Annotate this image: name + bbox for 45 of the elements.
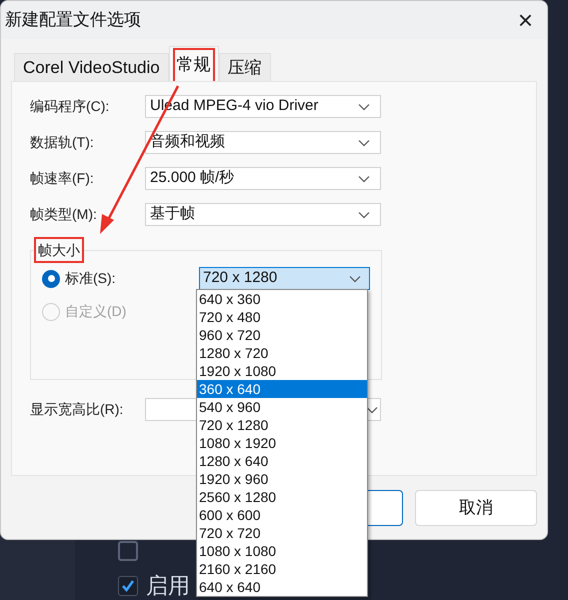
close-button[interactable]: × — [518, 7, 533, 33]
field-label: 帧速率(F): — [30, 169, 95, 188]
field-label: 显示宽高比(R): — [30, 400, 124, 419]
dropdown-option[interactable]: 720 x 720 — [197, 524, 367, 542]
dropdown-option[interactable]: 640 x 360 — [197, 290, 367, 308]
check-icon — [121, 578, 135, 592]
dropdown-field[interactable]: 25.000 帧/秒 — [145, 167, 381, 190]
dropdown-option[interactable]: 1920 x 1080 — [197, 362, 367, 380]
chevron-down-icon — [358, 174, 370, 182]
radio-button[interactable] — [42, 270, 60, 288]
tab[interactable]: Corel VideoStudio — [14, 53, 169, 81]
dropdown-option[interactable]: 720 x 1280 — [197, 416, 367, 434]
dropdown-option[interactable]: 1080 x 1080 — [197, 542, 367, 560]
chevron-down-icon — [358, 210, 370, 218]
radio-label: 自定义(D) — [65, 302, 126, 321]
dropdown-option[interactable]: 540 x 960 — [197, 398, 367, 416]
checkbox[interactable] — [118, 541, 138, 561]
dialog-button[interactable]: 取消 — [415, 490, 537, 526]
dropdown-option[interactable]: 1920 x 960 — [197, 470, 367, 488]
dropdown-field[interactable]: 音频和视频 — [145, 131, 381, 154]
dropdown-option[interactable]: 960 x 720 — [197, 326, 367, 344]
dropdown-option[interactable]: 600 x 600 — [197, 506, 367, 524]
dropdown-field[interactable]: 720 x 1280 — [199, 267, 370, 290]
field-label: 数据轨(T): — [30, 133, 95, 152]
dropdown-option[interactable]: 2160 x 2160 — [197, 560, 367, 578]
dropdown-option[interactable]: 1280 x 640 — [197, 452, 367, 470]
chevron-down-icon — [366, 406, 378, 414]
chevron-down-icon — [358, 138, 370, 146]
option-label: 启用 — [146, 572, 190, 600]
group-title: 帧大小 — [34, 237, 84, 263]
chevron-down-icon — [358, 102, 370, 110]
window-title: 新建配置文件选项 — [5, 9, 141, 32]
dropdown-option[interactable]: 1080 x 1920 — [197, 434, 367, 452]
dropdown-field[interactable]: 基于帧 — [145, 203, 381, 226]
field-label: 帧类型(M): — [30, 205, 98, 224]
dropdown-option[interactable]: 720 x 480 — [197, 308, 367, 326]
field-label: 编码程序(C): — [30, 97, 110, 116]
chevron-down-icon — [349, 274, 361, 282]
dropdown-option[interactable]: 2560 x 1280 — [197, 488, 367, 506]
dropdown-option[interactable]: 360 x 640 — [197, 380, 367, 398]
checkbox[interactable] — [118, 576, 138, 596]
dropdown-option[interactable]: 640 x 640 — [197, 578, 367, 596]
tab[interactable]: 压缩 — [218, 53, 271, 81]
dropdown-option[interactable]: 1280 x 720 — [197, 344, 367, 362]
radio-label: 标准(S): — [65, 269, 116, 288]
